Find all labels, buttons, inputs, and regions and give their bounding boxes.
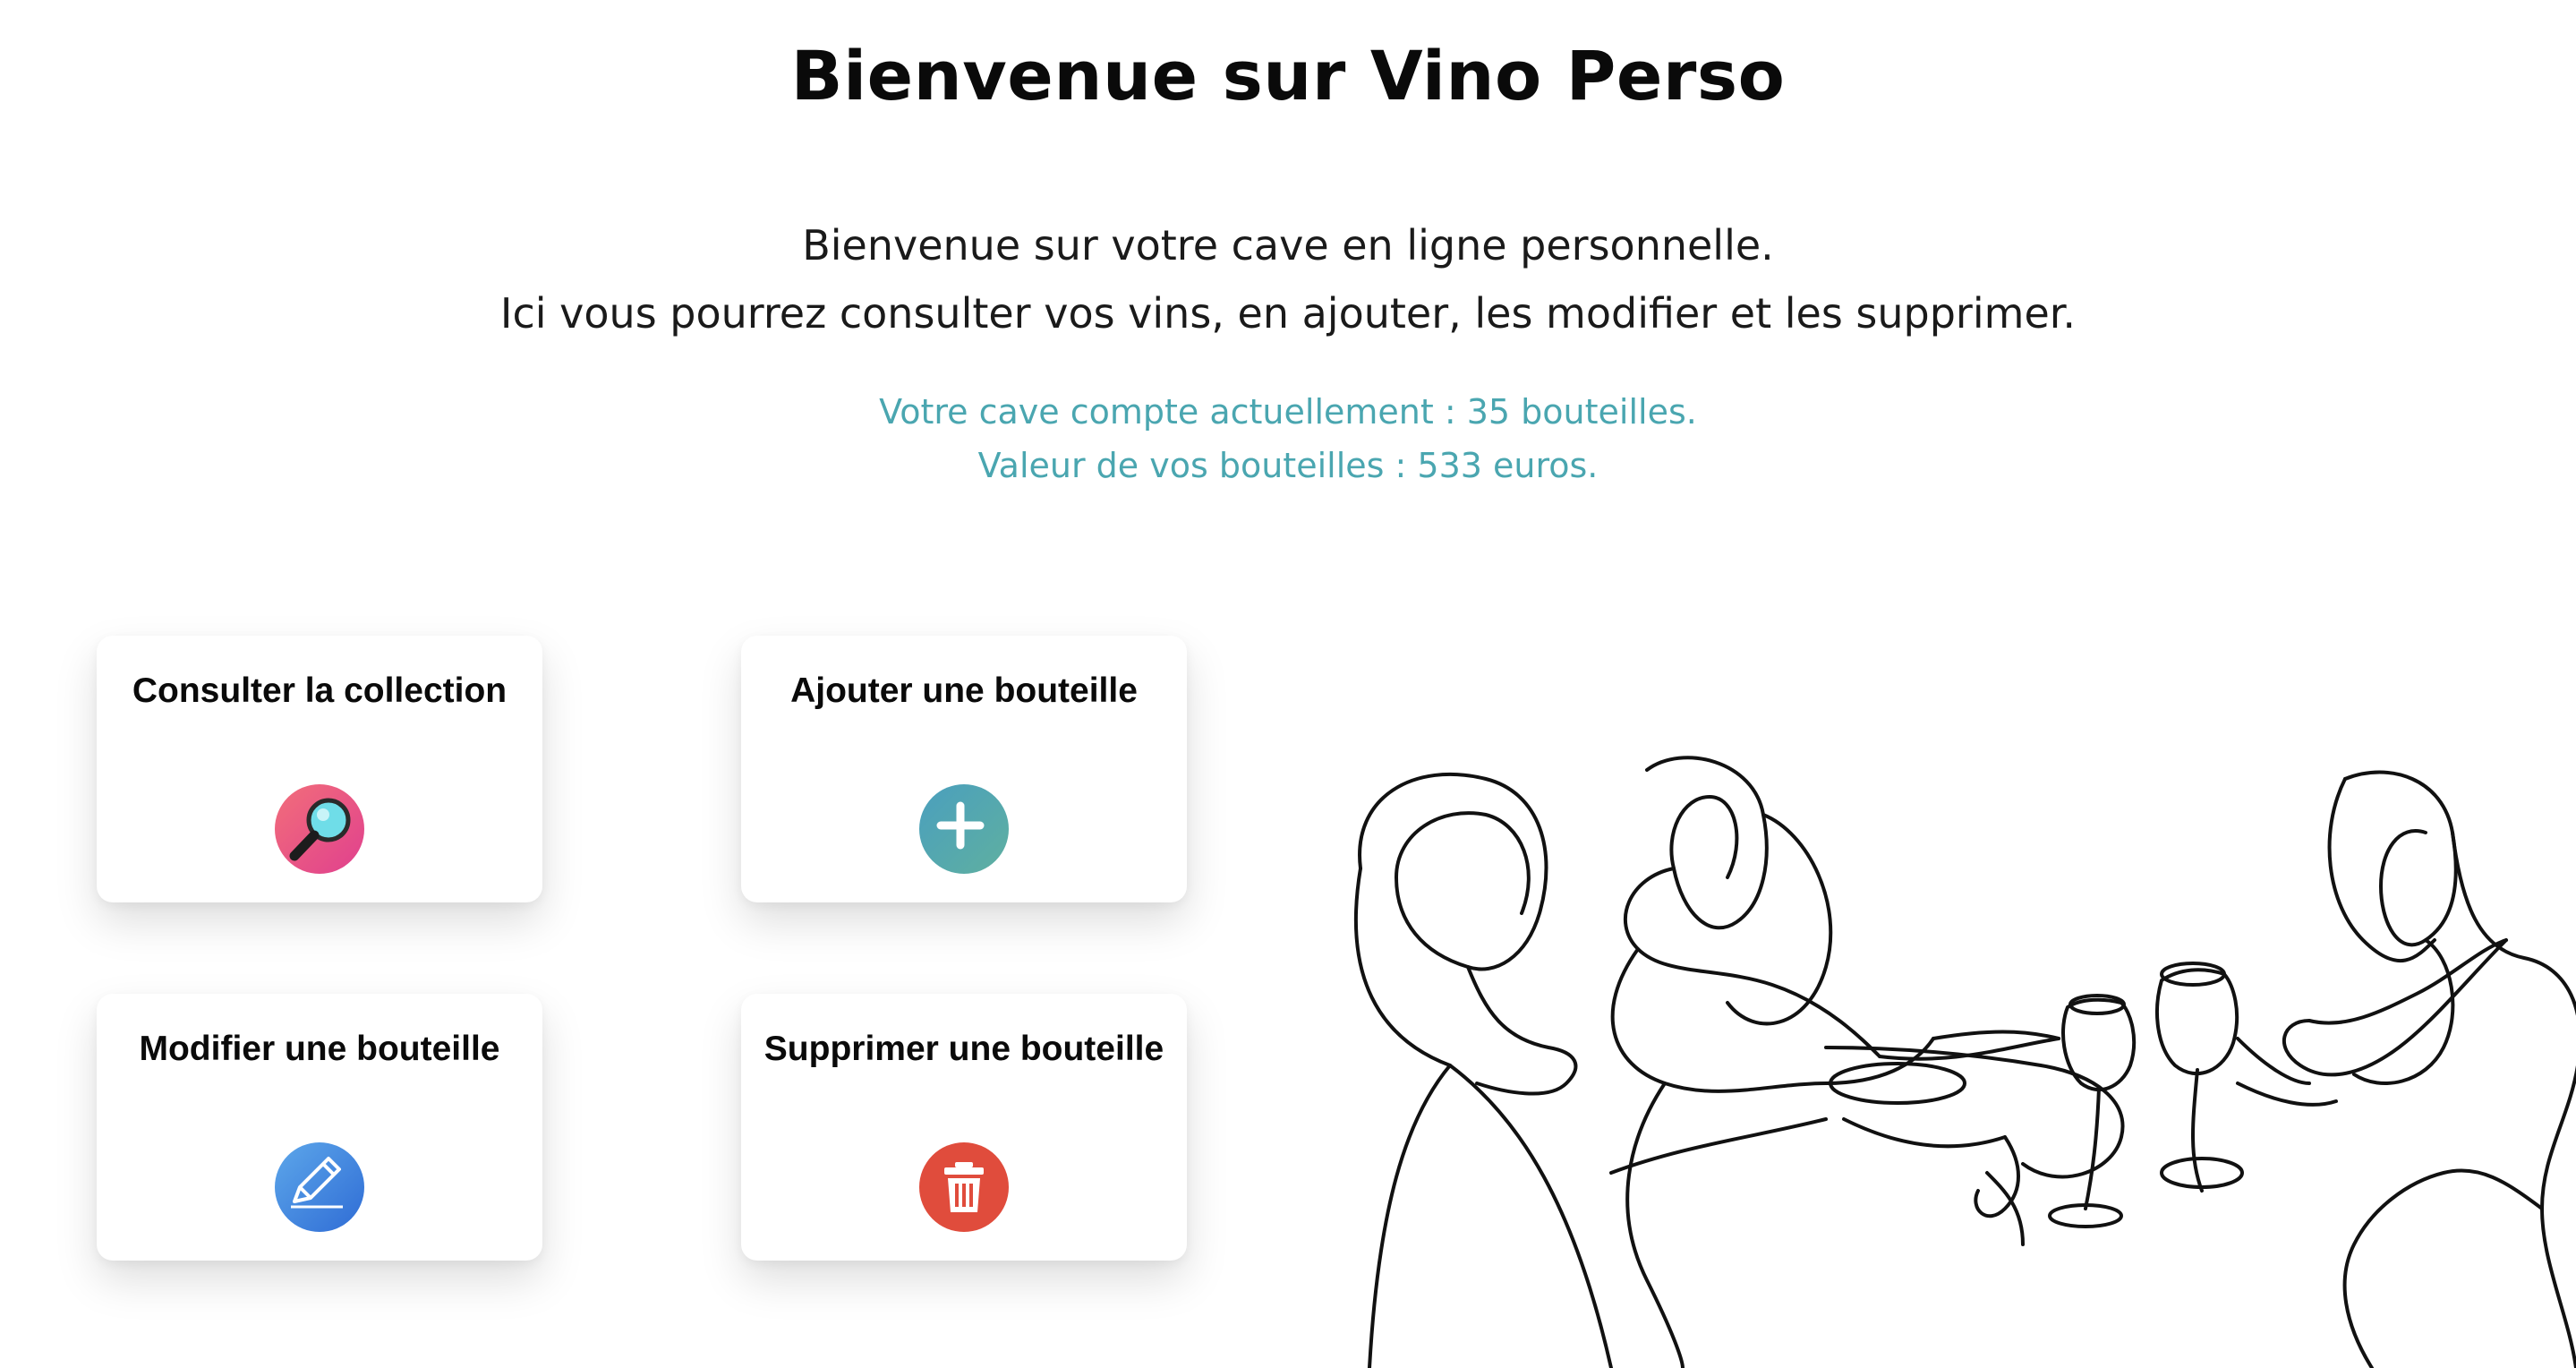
card-title: Consulter la collection	[132, 671, 508, 710]
page-title: Bienvenue sur Vino Perso	[790, 36, 1786, 115]
bottle-value-text: Valeur de vos bouteilles : 533 euros.	[977, 446, 1599, 485]
add-bottle-card[interactable]: Ajouter une bouteille	[741, 636, 1187, 902]
trash-icon[interactable]	[919, 1142, 1009, 1232]
card-title: Ajouter une bouteille	[790, 671, 1138, 710]
edit-bottle-card[interactable]: Modifier une bouteille	[97, 994, 542, 1261]
pencil-icon[interactable]	[275, 1142, 364, 1232]
intro-line-1: Bienvenue sur votre cave en ligne person…	[802, 221, 1774, 269]
delete-bottle-card[interactable]: Supprimer une bouteille	[741, 994, 1187, 1261]
plus-icon[interactable]	[919, 784, 1009, 874]
magnifier-icon[interactable]	[275, 784, 364, 874]
page: Bienvenue sur Vino Perso Bienvenue sur v…	[0, 0, 2576, 1368]
intro-line-2: Ici vous pourrez consulter vos vins, en …	[499, 289, 2077, 338]
bottle-count-text: Votre cave compte actuellement : 35 bout…	[879, 392, 1697, 432]
card-title: Modifier une bouteille	[139, 1030, 500, 1068]
card-title: Supprimer une bouteille	[763, 1030, 1164, 1068]
consult-collection-card[interactable]: Consulter la collection	[97, 636, 542, 902]
people-toasting-illustration	[1353, 756, 2576, 1368]
